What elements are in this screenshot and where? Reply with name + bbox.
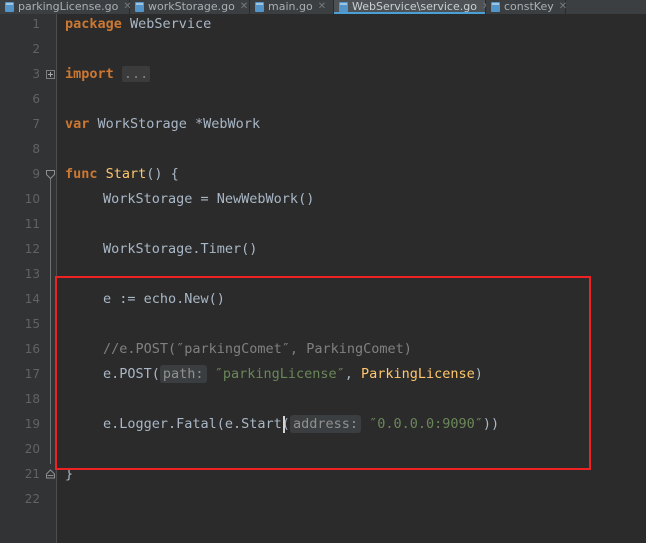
code-line[interactable]: WorkStorage = NewWebWork() bbox=[103, 187, 314, 212]
go-file-icon bbox=[491, 2, 500, 12]
line-number: 16 bbox=[24, 342, 40, 356]
code-text-area[interactable]: package WebService import ... var WorkStor… bbox=[57, 14, 646, 543]
line-number: 7 bbox=[32, 117, 40, 131]
editor-tab-4[interactable]: constKey ✕ bbox=[486, 0, 567, 14]
line-number: 2 bbox=[32, 42, 40, 56]
line-number: 3 bbox=[32, 67, 40, 81]
line-number: 12 bbox=[24, 242, 40, 256]
line-number: 11 bbox=[24, 217, 40, 231]
code-line[interactable]: e := echo.New() bbox=[103, 287, 225, 312]
go-file-icon bbox=[339, 2, 348, 12]
editor-tab-3[interactable]: WebService\service.go✕ bbox=[334, 0, 490, 14]
code-token: ) bbox=[474, 366, 483, 382]
editor-tab-label: main.go bbox=[268, 0, 313, 13]
fold-collapse-icon[interactable] bbox=[45, 169, 56, 180]
line-number: 18 bbox=[24, 392, 40, 406]
code-token: e := echo.New() bbox=[103, 291, 225, 307]
line-number: 13 bbox=[24, 267, 40, 281]
code-token: WorkStorage.Timer() bbox=[103, 241, 258, 257]
code-line[interactable]: e.POST(path: ″parkingLicense″, ParkingLi… bbox=[103, 362, 483, 387]
code-line[interactable]: func Start() { bbox=[65, 162, 179, 187]
parameter-hint: path: bbox=[159, 365, 207, 383]
line-number: 8 bbox=[32, 142, 40, 156]
code-token: WorkStorage = NewWebWork() bbox=[103, 191, 315, 207]
line-number: 10 bbox=[24, 192, 40, 206]
code-line[interactable]: //e.POST(″parkingComet″, ParkingComet) bbox=[103, 337, 412, 362]
code-line[interactable]: } bbox=[65, 462, 73, 487]
code-token: )) bbox=[482, 416, 500, 432]
editor-tab-label: WebService\service.go bbox=[352, 0, 477, 13]
code-token: ... bbox=[121, 66, 151, 82]
line-number: 17 bbox=[24, 367, 40, 381]
code-token: //e.POST(″parkingComet″, ParkingComet) bbox=[103, 341, 412, 357]
close-icon[interactable]: ✕ bbox=[240, 2, 248, 12]
code-token: ″0.0.0.0:9090″ bbox=[369, 416, 483, 432]
close-icon[interactable]: ✕ bbox=[318, 2, 326, 12]
code-token: func bbox=[65, 166, 106, 182]
line-number: 6 bbox=[32, 92, 40, 106]
code-token: WorkStorage *WebWork bbox=[97, 116, 261, 132]
code-token: } bbox=[65, 466, 74, 482]
go-file-icon bbox=[5, 2, 14, 12]
go-file-icon bbox=[135, 2, 144, 12]
close-icon[interactable]: ✕ bbox=[559, 2, 567, 12]
code-line[interactable]: WorkStorage.Timer() bbox=[103, 237, 257, 262]
line-number: 22 bbox=[24, 492, 40, 506]
line-number: 19 bbox=[24, 417, 40, 431]
line-number: 9 bbox=[32, 167, 40, 181]
code-token: package bbox=[65, 16, 131, 32]
code-token: e.Logger.Fatal(e.Start( bbox=[103, 416, 290, 432]
line-number: 21 bbox=[24, 467, 40, 481]
line-number: 20 bbox=[24, 442, 40, 456]
parameter-hint: address: bbox=[289, 415, 361, 433]
code-line[interactable]: e.Logger.Fatal(e.Start(address: ″0.0.0.0… bbox=[103, 412, 499, 437]
code-token: ″parkingLicense″ bbox=[214, 366, 345, 382]
editor-tab-2[interactable]: main.go ✕ bbox=[250, 0, 334, 14]
fold-guide-line bbox=[50, 176, 51, 464]
code-token: ParkingLicense bbox=[361, 366, 475, 382]
text-caret bbox=[283, 416, 285, 433]
code-token: var bbox=[65, 116, 98, 132]
code-token: () { bbox=[146, 166, 179, 182]
code-token: WebService bbox=[130, 16, 212, 32]
code-token: Start bbox=[105, 166, 147, 182]
line-number: 14 bbox=[24, 292, 40, 306]
go-file-icon bbox=[255, 2, 264, 12]
fold-expand-icon[interactable] bbox=[46, 70, 55, 79]
code-token: , bbox=[344, 366, 361, 382]
editor-tab-label: constKey bbox=[504, 0, 554, 13]
code-editor[interactable]: 1 2 3 6 7 8 9 10 11 12 13 14 15 16 17 18 19 20 21 22 packag… bbox=[0, 14, 646, 543]
line-number: 15 bbox=[24, 317, 40, 331]
fold-collapse-end-icon[interactable] bbox=[45, 469, 56, 480]
code-token: import bbox=[65, 66, 122, 82]
line-number-gutter: 1 2 3 6 7 8 9 10 11 12 13 14 15 16 17 18 19 20 21 22 bbox=[0, 14, 44, 543]
line-number: 1 bbox=[32, 17, 40, 31]
code-line[interactable]: var WorkStorage *WebWork bbox=[65, 112, 260, 137]
code-line[interactable]: package WebService bbox=[65, 12, 211, 37]
code-token: e.POST( bbox=[103, 366, 160, 382]
code-line[interactable]: import ... bbox=[65, 62, 151, 87]
code-folding-strip[interactable] bbox=[44, 14, 57, 543]
